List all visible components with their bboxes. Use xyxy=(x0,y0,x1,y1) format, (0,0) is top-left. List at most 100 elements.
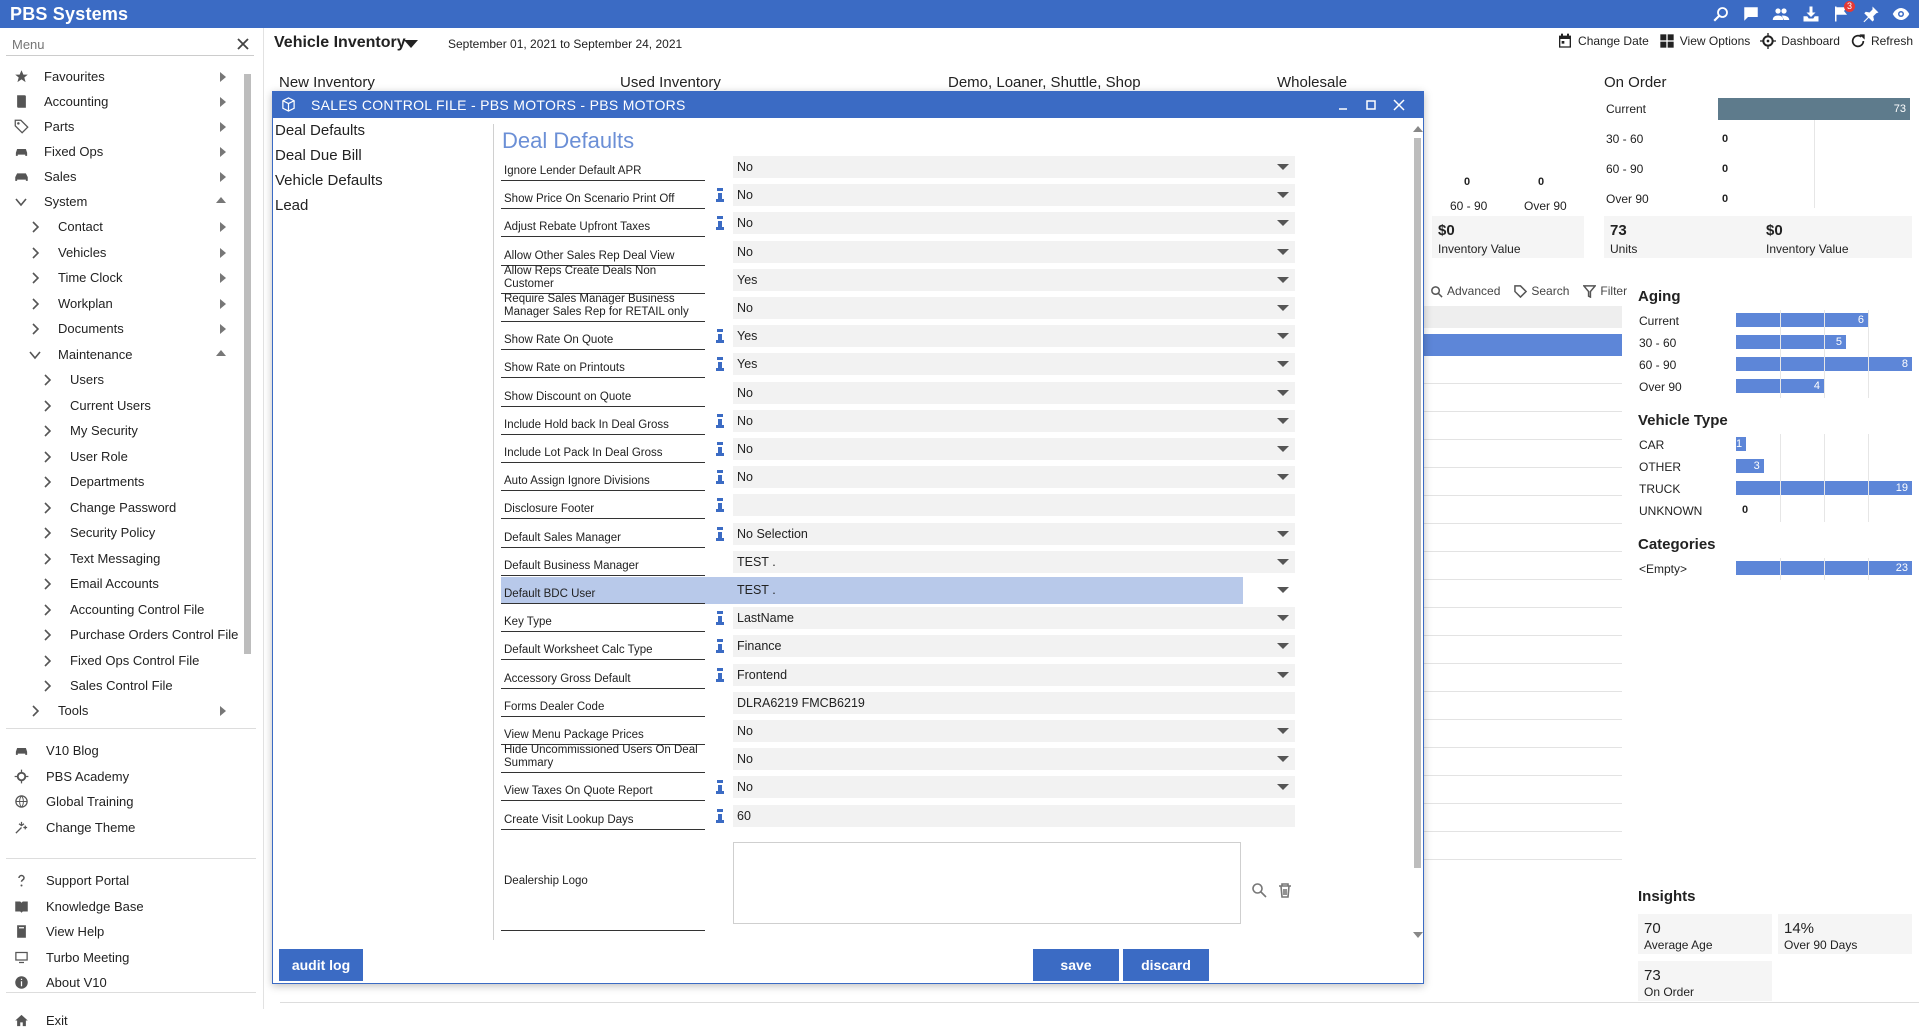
info-icon[interactable] xyxy=(715,639,725,654)
sidebar-item-vehicles[interactable]: Vehicles xyxy=(0,240,240,265)
dashboard-button[interactable]: Dashboard xyxy=(1760,33,1840,49)
filter-button[interactable]: Filter xyxy=(1583,284,1627,298)
info-icon[interactable] xyxy=(715,526,725,541)
caret-down-icon[interactable] xyxy=(1277,389,1289,396)
field-input[interactable]: DLRA6219 FMCB6219 xyxy=(733,691,1295,714)
field-input[interactable] xyxy=(733,494,1295,517)
sidebar-link-turbo-meeting[interactable]: Turbo Meeting xyxy=(0,945,240,970)
close-icon[interactable] xyxy=(234,35,252,53)
search-icon[interactable] xyxy=(1711,4,1731,24)
sidebar-item-users[interactable]: Users xyxy=(0,367,240,392)
sidebar-item-security-policy[interactable]: Security Policy xyxy=(0,520,240,545)
info-icon[interactable] xyxy=(715,470,725,485)
sidebar-item-tools[interactable]: Tools xyxy=(0,698,240,723)
caret-down-icon[interactable] xyxy=(1277,192,1289,199)
discard-button[interactable]: discard xyxy=(1123,949,1209,981)
sidebar-item-parts[interactable]: Parts xyxy=(0,114,240,139)
field-select[interactable]: Finance xyxy=(733,635,1295,658)
sidebar-item-accounting-control-file[interactable]: Accounting Control File xyxy=(0,597,240,622)
field-select[interactable]: No xyxy=(733,776,1295,799)
modal-nav-deal-due-bill[interactable]: Deal Due Bill xyxy=(275,147,362,164)
info-icon[interactable] xyxy=(715,413,725,428)
sidebar-link-view-help[interactable]: View Help xyxy=(0,919,240,944)
minimize-button[interactable] xyxy=(1333,95,1353,115)
field-select[interactable]: No xyxy=(733,381,1295,404)
tab-used-inventory[interactable]: Used Inventory xyxy=(620,74,721,91)
sidebar-item-text-messaging[interactable]: Text Messaging xyxy=(0,546,240,571)
sidebar-link-global-training[interactable]: Global Training xyxy=(0,789,240,814)
info-icon[interactable] xyxy=(715,667,725,682)
info-icon[interactable] xyxy=(715,357,725,372)
sidebar-item-time-clock[interactable]: Time Clock xyxy=(0,265,240,290)
dealership-logo-box[interactable] xyxy=(733,842,1241,924)
field-select[interactable]: No Selection xyxy=(733,522,1295,545)
caret-down-icon[interactable] xyxy=(1277,361,1289,368)
maximize-button[interactable] xyxy=(1361,95,1381,115)
field-select[interactable]: No xyxy=(733,720,1295,742)
sidebar-item-exit[interactable]: Exit xyxy=(0,1008,240,1033)
eye-icon[interactable] xyxy=(1891,4,1911,24)
field-select[interactable]: No xyxy=(733,212,1295,235)
field-select[interactable]: Yes xyxy=(733,325,1295,348)
sidebar-item-sales-control-file[interactable]: Sales Control File xyxy=(0,673,240,698)
field-select[interactable]: LastName xyxy=(733,607,1295,630)
caret-down-icon[interactable] xyxy=(1277,446,1289,452)
view-selector[interactable]: Vehicle Inventory xyxy=(274,34,406,52)
sidebar-item-maintenance[interactable]: Maintenance xyxy=(0,342,240,367)
caret-down-icon[interactable] xyxy=(1277,728,1289,734)
sidebar-item-system[interactable]: System xyxy=(0,189,240,214)
field-select[interactable]: Frontend xyxy=(733,663,1295,686)
sidebar-item-change-password[interactable]: Change Password xyxy=(0,495,240,520)
sidebar-item-fixed-ops-control-file[interactable]: Fixed Ops Control File xyxy=(0,648,240,673)
close-modal-button[interactable] xyxy=(1389,95,1409,115)
sidebar-item-workplan[interactable]: Workplan xyxy=(0,291,240,316)
audit-log-button[interactable]: audit log xyxy=(279,949,363,981)
info-icon[interactable] xyxy=(715,780,725,795)
caret-down-icon[interactable] xyxy=(1277,248,1289,255)
info-icon[interactable] xyxy=(715,611,725,626)
sidebar-item-fixed-ops[interactable]: Fixed Ops xyxy=(0,139,240,164)
caret-down-icon[interactable] xyxy=(1277,643,1289,650)
field-select[interactable]: TEST . xyxy=(733,579,1295,601)
sidebar-item-accounting[interactable]: Accounting xyxy=(0,89,240,114)
chat-icon[interactable] xyxy=(1741,4,1761,24)
sidebar-item-favourites[interactable]: Favourites xyxy=(0,64,240,89)
menu-search-input[interactable] xyxy=(6,34,226,54)
field-select[interactable]: TEST . xyxy=(733,550,1295,573)
caret-down-icon[interactable] xyxy=(1277,164,1289,170)
caret-down-icon[interactable] xyxy=(1277,784,1289,791)
field-select[interactable]: No xyxy=(733,156,1295,178)
save-button[interactable]: save xyxy=(1033,949,1119,981)
field-select[interactable]: No xyxy=(733,240,1295,263)
field-select[interactable]: No xyxy=(733,409,1295,432)
users-icon[interactable] xyxy=(1771,4,1791,24)
caret-down-icon[interactable] xyxy=(1277,305,1289,311)
caret-down-icon[interactable] xyxy=(1277,756,1289,763)
inbox-icon[interactable] xyxy=(1801,4,1821,24)
trash-icon[interactable] xyxy=(1277,882,1293,898)
sidebar-item-email-accounts[interactable]: Email Accounts xyxy=(0,571,240,596)
sidebar-item-my-security[interactable]: My Security xyxy=(0,418,240,443)
info-icon[interactable] xyxy=(715,442,725,456)
info-icon[interactable] xyxy=(715,216,725,231)
refresh-button[interactable]: Refresh xyxy=(1850,33,1913,49)
info-icon[interactable] xyxy=(715,498,725,513)
sidebar-link-knowledge-base[interactable]: Knowledge Base xyxy=(0,894,240,919)
modal-nav-vehicle-defaults[interactable]: Vehicle Defaults xyxy=(275,172,383,189)
modal-nav-deal-defaults[interactable]: Deal Defaults xyxy=(275,122,365,139)
sidebar-link-about-v10[interactable]: About V10 xyxy=(0,970,240,995)
sidebar-scrollbar[interactable] xyxy=(242,64,252,736)
sidebar-item-sales[interactable]: Sales xyxy=(0,164,240,189)
caret-down-icon[interactable] xyxy=(1277,417,1289,424)
modal-scrollbar[interactable] xyxy=(1411,124,1423,940)
sidebar-link-v10-blog[interactable]: V10 Blog xyxy=(0,738,240,763)
info-icon[interactable] xyxy=(715,808,725,823)
modal-nav-lead[interactable]: Lead xyxy=(275,197,308,214)
caret-down-icon[interactable] xyxy=(1277,220,1289,227)
caret-down-icon[interactable] xyxy=(1277,530,1289,537)
view-options-button[interactable]: View Options xyxy=(1659,33,1750,49)
sidebar-item-departments[interactable]: Departments xyxy=(0,469,240,494)
search-icon[interactable] xyxy=(1251,882,1267,898)
field-select[interactable]: No xyxy=(733,184,1295,207)
caret-down-icon[interactable] xyxy=(1277,615,1289,622)
